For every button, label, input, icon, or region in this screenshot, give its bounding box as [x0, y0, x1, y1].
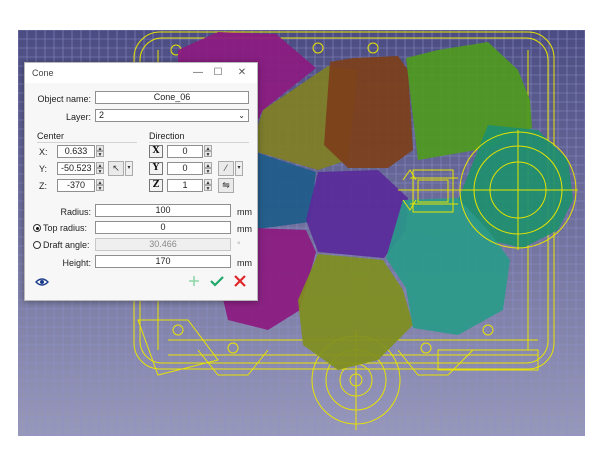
- dialog-title: Cone: [32, 68, 54, 78]
- direction-y-icon[interactable]: Y: [149, 162, 163, 175]
- maximize-button[interactable]: ☐: [211, 66, 225, 80]
- cursor-pick-icon[interactable]: ↖: [108, 161, 124, 176]
- layer-label: Layer:: [65, 112, 91, 122]
- radius-label: Radius:: [60, 207, 91, 217]
- height-label: Height:: [62, 258, 91, 268]
- center-group-label: Center: [37, 131, 65, 141]
- eye-icon[interactable]: [35, 277, 49, 287]
- pick-direction-dropdown[interactable]: ▾: [235, 161, 243, 176]
- top-radius-label: Top radius:: [43, 223, 88, 233]
- direction-z-stepper[interactable]: ▲ ▼: [204, 179, 212, 192]
- center-y-label: Y:: [39, 164, 48, 174]
- reverse-direction-icon[interactable]: ⇋: [218, 178, 234, 193]
- cancel-icon[interactable]: [234, 275, 246, 287]
- radius-field[interactable]: 100: [95, 204, 231, 217]
- direction-group-divider: [149, 142, 249, 143]
- top-radius-field[interactable]: 0: [95, 221, 231, 234]
- direction-z-icon[interactable]: Z: [149, 179, 163, 192]
- minimize-button[interactable]: —: [191, 66, 205, 80]
- direction-x-stepper[interactable]: ▲ ▼: [204, 145, 212, 158]
- layer-value: 2: [99, 110, 105, 120]
- center-z-field[interactable]: -370: [57, 179, 95, 192]
- direction-x-field[interactable]: 0: [167, 145, 203, 158]
- close-button[interactable]: ✕: [235, 66, 249, 80]
- center-group-divider: [37, 142, 137, 143]
- cone-section-brown: [324, 56, 413, 168]
- direction-group-label: Direction: [149, 131, 185, 141]
- draft-angle-label: Draft angle:: [43, 240, 90, 250]
- layer-select[interactable]: 2 ⌄: [95, 109, 249, 122]
- height-field[interactable]: 170: [95, 255, 231, 268]
- top-radius-radio[interactable]: [33, 224, 41, 232]
- direction-z-field[interactable]: 1: [167, 179, 203, 192]
- pick-direction-icon[interactable]: ⁄: [218, 161, 234, 176]
- cone-dialog: Cone — ☐ ✕ Object name: Cone_06 Layer: 2…: [24, 62, 258, 301]
- center-y-field[interactable]: -50.523: [57, 162, 95, 175]
- direction-y-stepper[interactable]: ▲ ▼: [204, 162, 212, 175]
- center-x-label: X:: [39, 147, 48, 157]
- dialog-titlebar[interactable]: Cone — ☐ ✕: [25, 63, 257, 83]
- object-name-label: Object name:: [37, 94, 91, 104]
- chevron-down-icon: ⌄: [238, 111, 245, 120]
- center-z-stepper[interactable]: ▲ ▼: [96, 179, 104, 192]
- height-unit: mm: [237, 258, 252, 268]
- draft-angle-unit: °: [237, 240, 241, 250]
- draft-angle-field[interactable]: 30.466: [95, 238, 231, 251]
- draft-angle-radio[interactable]: [33, 241, 41, 249]
- direction-y-field[interactable]: 0: [167, 162, 203, 175]
- center-x-field[interactable]: 0.633: [57, 145, 95, 158]
- center-y-stepper[interactable]: ▲ ▼: [96, 162, 104, 175]
- object-name-field[interactable]: Cone_06: [95, 91, 249, 104]
- plus-icon[interactable]: [188, 275, 200, 287]
- direction-x-icon[interactable]: X: [149, 145, 163, 158]
- center-z-label: Z:: [39, 181, 47, 191]
- center-x-stepper[interactable]: ▲ ▼: [96, 145, 104, 158]
- radius-unit: mm: [237, 207, 252, 217]
- check-icon[interactable]: [210, 275, 224, 287]
- cursor-pick-dropdown[interactable]: ▾: [125, 161, 133, 176]
- top-radius-unit: mm: [237, 224, 252, 234]
